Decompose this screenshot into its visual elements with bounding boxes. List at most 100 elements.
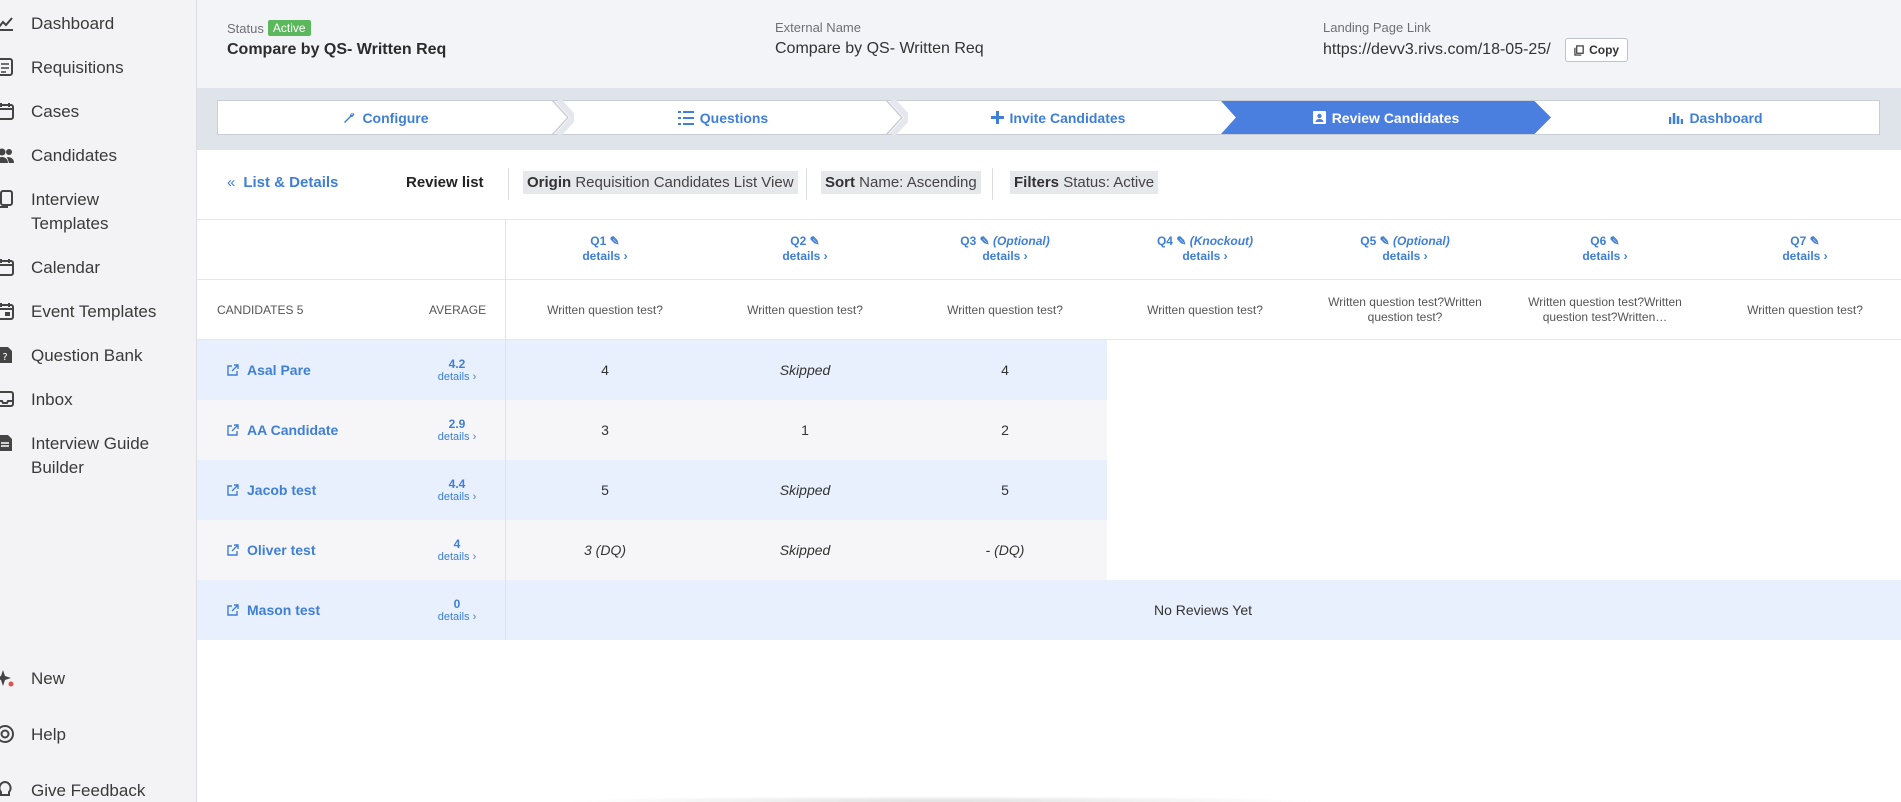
candidate-link[interactable]: Mason test (227, 580, 320, 640)
plus-icon (990, 111, 1004, 124)
pencil-icon: ✎ (1379, 234, 1390, 248)
score-cell: 1 (801, 422, 809, 438)
external-link-icon (227, 484, 239, 496)
calendar-event-icon (0, 300, 16, 322)
filters-pill: Filters Status: Active (1010, 171, 1159, 194)
divider (806, 168, 807, 200)
divider (992, 168, 993, 200)
wizard-bar: Configure Questions Invite Candidates Re… (197, 88, 1901, 150)
external-name-value: Compare by QS- Written Req (775, 40, 984, 57)
sidebar-item-label: Inbox (31, 390, 73, 409)
average-score[interactable]: 4.2 details › (427, 340, 487, 400)
sidebar-item-label: New (31, 669, 66, 688)
sidebar-item-calendar[interactable]: Calendar (0, 256, 197, 280)
calendar-icon (0, 100, 16, 122)
question-header[interactable]: Q2 ✎ details › (705, 234, 905, 264)
external-name-label: External Name (775, 20, 861, 35)
question-header-row: Q1 ✎ details › Q2 ✎ details › Q3 ✎ (Option… (197, 220, 1901, 280)
external-link-icon (227, 424, 239, 436)
sidebar-item-label: Requisitions (31, 58, 124, 77)
sidebar-item-cases[interactable]: Cases (0, 100, 197, 124)
step-configure[interactable]: Configure (218, 101, 553, 134)
average-score[interactable]: 2.9 details › (427, 400, 487, 460)
sidebar-item-dashboard[interactable]: Dashboard (0, 12, 197, 36)
status-badge: Active (267, 20, 311, 36)
sort-pill: Sort Name: Ascending (821, 171, 981, 194)
wrench-icon (344, 112, 355, 123)
score-cell: 5 (601, 482, 609, 498)
step-questions[interactable]: Questions (558, 101, 888, 134)
average-score[interactable]: 0 details › (427, 580, 487, 640)
sidebar-item-interview-templates[interactable]: Interview Templates (0, 188, 197, 236)
status-label: Status (227, 21, 264, 36)
empty-area (1107, 340, 1901, 580)
sidebar-item-label: Cases (31, 102, 80, 121)
chart-line-icon (0, 12, 16, 34)
users-icon (0, 144, 16, 166)
sparkle-icon (0, 667, 16, 689)
step-invite-candidates[interactable]: Invite Candidates (893, 101, 1223, 134)
sidebar-item-give-feedback[interactable]: Give Feedback (0, 779, 197, 802)
external-link-icon (227, 364, 239, 376)
question-text: Written question test? (947, 302, 1063, 317)
table-row: Mason test 0 details › No Reviews Yet (197, 580, 1901, 640)
landing-link-value[interactable]: https://devv3.rivs.com/18-05-25/ (1323, 41, 1551, 58)
question-header[interactable]: Q7 ✎ details › (1705, 234, 1901, 264)
list-document-icon (0, 56, 16, 78)
pencil-icon: ✎ (1609, 234, 1620, 248)
sidebar-item-label: Interview Guide Builder (31, 434, 150, 477)
question-header[interactable]: Q1 ✎ details › (505, 234, 705, 264)
question-text-row: CANDIDATES 5 AVERAGE Written question te… (197, 280, 1901, 340)
question-header[interactable]: Q3 ✎ (Optional) details › (905, 234, 1105, 264)
review-list-label: Review list (406, 174, 484, 191)
score-cell: 3 (601, 422, 609, 438)
svg-text:?: ? (2, 352, 7, 363)
candidate-link[interactable]: Asal Pare (227, 340, 311, 400)
sidebar-item-new[interactable]: New (0, 667, 197, 691)
question-header[interactable]: Q5 ✎ (Optional) details › (1305, 234, 1505, 264)
no-reviews-message: No Reviews Yet (1153, 602, 1253, 618)
landing-link-block: Landing Page Link https://devv3.rivs.com… (1323, 20, 1629, 62)
sidebar-item-label: Candidates (31, 146, 118, 165)
question-document-icon: ? (0, 344, 16, 366)
average-score[interactable]: 4.4 details › (427, 460, 487, 520)
question-text: Written question test?Written question t… (1528, 295, 1682, 324)
sidebar-item-label: Calendar (31, 258, 100, 277)
sidebar-item-interview-guide-builder[interactable]: Interview Guide Builder (0, 432, 197, 480)
sidebar-item-label: Event Templates (31, 302, 157, 321)
lightbulb-icon (0, 779, 16, 801)
sidebar-item-event-templates[interactable]: Event Templates (0, 300, 197, 324)
sidebar-item-label: Dashboard (31, 14, 115, 33)
candidate-link[interactable]: Jacob test (227, 460, 316, 520)
question-header[interactable]: Q6 ✎ details › (1505, 234, 1705, 264)
copy-icon (0, 188, 16, 210)
sidebar-item-candidates[interactable]: Candidates (0, 144, 197, 168)
table-body: Asal Pare 4.2 details › 4 Skipped 4 AA Ca… (197, 340, 1901, 640)
copy-icon (1574, 44, 1584, 56)
user-card-icon (1312, 111, 1326, 124)
candidates-header: CANDIDATES 5 (217, 303, 304, 317)
step-review-candidates[interactable]: Review Candidates (1221, 101, 1551, 134)
sidebar: Dashboard Requisitions Cases Candidates … (0, 0, 197, 802)
lifebuoy-icon (0, 723, 16, 745)
sidebar-item-label: Give Feedback (31, 781, 146, 800)
sidebar-item-inbox[interactable]: Inbox (0, 388, 197, 412)
back-to-list-link[interactable]: «List & Details (227, 174, 338, 191)
inbox-icon (0, 388, 16, 410)
sidebar-item-requisitions[interactable]: Requisitions (0, 56, 197, 80)
requisition-header: Status Active Compare by QS- Written Req … (197, 0, 1901, 88)
sidebar-item-help[interactable]: Help (0, 723, 197, 747)
average-score[interactable]: 4 details › (427, 520, 487, 580)
candidate-link[interactable]: AA Candidate (227, 400, 338, 460)
requisition-name: Compare by QS- Written Req (227, 41, 447, 58)
question-header[interactable]: Q4 ✎ (Knockout) details › (1105, 234, 1305, 264)
sidebar-item-label: Question Bank (31, 346, 143, 365)
score-cell: - (DQ) (985, 542, 1025, 558)
sidebar-item-question-bank[interactable]: ? Question Bank (0, 344, 197, 368)
divider (508, 168, 509, 200)
score-cell: 4 (601, 362, 609, 378)
copy-button[interactable]: Copy (1565, 38, 1629, 62)
external-link-icon (227, 544, 239, 556)
step-dashboard[interactable]: Dashboard (1551, 101, 1881, 134)
candidate-link[interactable]: Oliver test (227, 520, 315, 580)
